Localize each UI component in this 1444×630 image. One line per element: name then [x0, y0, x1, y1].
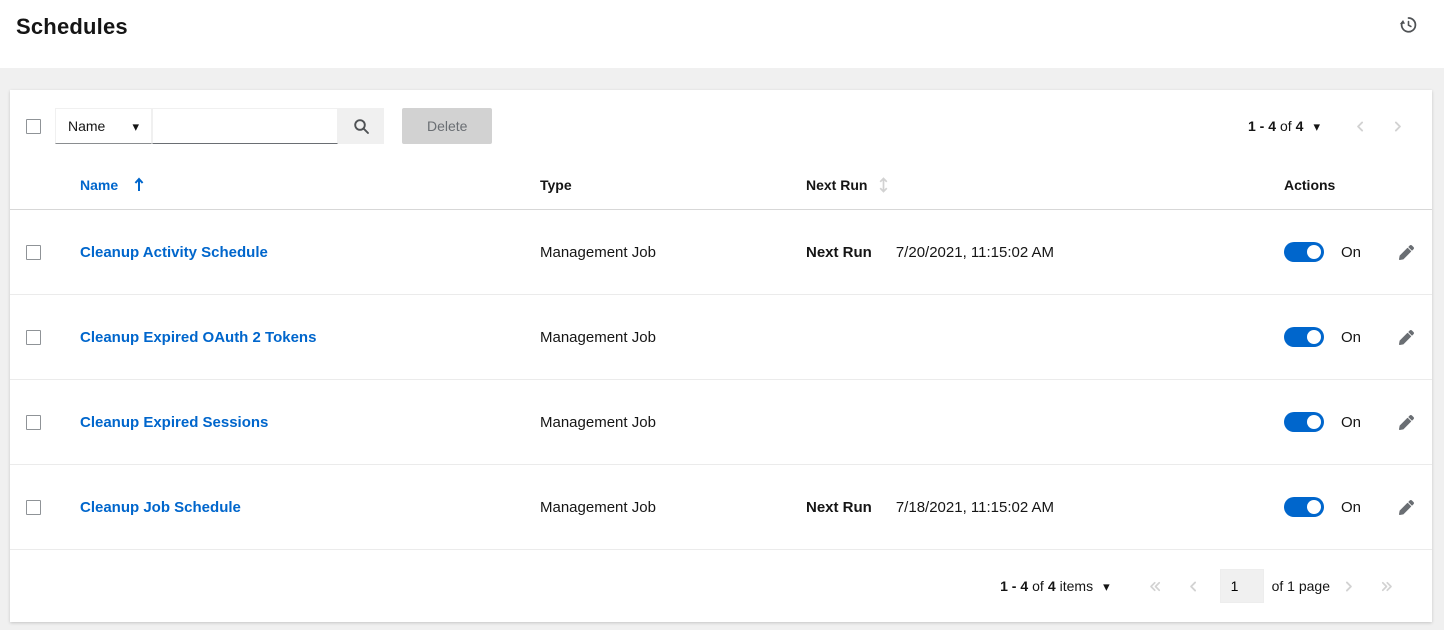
next-run-label: Next Run — [806, 499, 872, 516]
toggle-knob — [1307, 330, 1321, 344]
schedules-card: Name ▾ Delete 1 - 4 of 4 ▾ Name — [10, 90, 1432, 622]
delete-button[interactable]: Delete — [402, 108, 492, 144]
page-of-label: of 1 page — [1272, 578, 1330, 594]
actions-cell: On — [1274, 496, 1418, 519]
prev-page-button-footer[interactable] — [1175, 576, 1212, 597]
schedule-enabled-toggle[interactable] — [1284, 242, 1324, 262]
next-page-button[interactable] — [1379, 116, 1416, 137]
toggle-knob — [1307, 500, 1321, 514]
table-row: Cleanup Expired OAuth 2 Tokens Managemen… — [10, 295, 1432, 380]
pagination-summary-dropdown[interactable]: 1 - 4 of 4 ▾ — [1248, 118, 1320, 134]
row-checkbox[interactable] — [26, 415, 41, 430]
next-run-value: 7/18/2021, 11:15:02 AM — [896, 499, 1054, 516]
footer-of-word: of — [1032, 578, 1044, 594]
page-number-input[interactable] — [1220, 569, 1264, 603]
actions-cell: On — [1274, 411, 1418, 434]
history-icon — [1399, 15, 1418, 34]
column-header-type: Type — [540, 177, 806, 193]
search-icon — [353, 118, 370, 135]
schedule-type: Management Job — [540, 244, 806, 261]
pencil-icon — [1399, 330, 1414, 345]
activity-history-button[interactable] — [1399, 15, 1418, 37]
schedule-name-link[interactable]: Cleanup Expired Sessions — [80, 414, 540, 431]
table-row: Cleanup Job Schedule Management Job Next… — [10, 465, 1432, 550]
column-header-next-run: Next Run — [806, 177, 1274, 193]
chevron-down-icon: ▾ — [132, 120, 139, 133]
items-per-page-dropdown[interactable]: 1 - 4 of 4 items ▾ — [1000, 578, 1109, 594]
footer-range: 1 - 4 — [1000, 578, 1028, 594]
schedule-enabled-toggle[interactable] — [1284, 327, 1324, 347]
table-row: Cleanup Expired Sessions Management Job … — [10, 380, 1432, 465]
page-header: Schedules — [0, 0, 1444, 68]
search-button[interactable] — [338, 108, 384, 144]
actions-cell: On — [1274, 241, 1418, 264]
schedule-enabled-toggle[interactable] — [1284, 497, 1324, 517]
edit-schedule-button[interactable] — [1395, 241, 1418, 264]
double-chevron-left-icon — [1148, 580, 1163, 593]
row-checkbox[interactable] — [26, 245, 41, 260]
chevron-right-icon — [1342, 580, 1355, 593]
toggle-state-label: On — [1341, 244, 1361, 261]
sort-ascending-icon — [134, 177, 144, 192]
toggle-state-label: On — [1341, 499, 1361, 516]
toggle-state-label: On — [1341, 414, 1361, 431]
table-row: Cleanup Activity Schedule Management Job… — [10, 210, 1432, 295]
schedule-name-link[interactable]: Cleanup Expired OAuth 2 Tokens — [80, 329, 540, 346]
edit-schedule-button[interactable] — [1395, 411, 1418, 434]
row-checkbox[interactable] — [26, 500, 41, 515]
chevron-left-icon — [1354, 120, 1367, 133]
row-checkbox[interactable] — [26, 330, 41, 345]
next-page-button-footer[interactable] — [1330, 576, 1367, 597]
schedule-type: Management Job — [540, 329, 806, 346]
next-run-cell: Next Run 7/20/2021, 11:15:02 AM — [806, 244, 1274, 261]
actions-cell: On — [1274, 326, 1418, 349]
next-run-cell: Next Run 7/18/2021, 11:15:02 AM — [806, 499, 1274, 516]
page-title: Schedules — [16, 12, 128, 42]
schedule-name-link[interactable]: Cleanup Activity Schedule — [80, 244, 540, 261]
footer-pagination: 1 - 4 of 4 items ▾ of 1 page — [10, 550, 1432, 603]
edit-schedule-button[interactable] — [1395, 326, 1418, 349]
footer-nav-group: of 1 page — [1136, 569, 1406, 603]
column-header-name[interactable]: Name — [80, 177, 540, 193]
filter-key-dropdown[interactable]: Name ▾ — [55, 108, 152, 144]
toggle-state-label: On — [1341, 329, 1361, 346]
toggle-knob — [1307, 245, 1321, 259]
double-chevron-right-icon — [1379, 580, 1394, 593]
chevron-right-icon — [1391, 120, 1404, 133]
footer-items-word: items — [1060, 578, 1093, 594]
pagination-range: 1 - 4 — [1248, 118, 1276, 134]
pencil-icon — [1399, 415, 1414, 430]
last-page-button[interactable] — [1367, 576, 1406, 597]
sort-both-icon[interactable] — [879, 177, 888, 193]
table-header-row: Name Type Next Run Actions — [10, 160, 1432, 210]
chevron-down-icon: ▾ — [1313, 120, 1320, 133]
pagination-total: 4 — [1296, 118, 1304, 134]
column-header-actions: Actions — [1274, 177, 1416, 193]
footer-total: 4 — [1048, 578, 1056, 594]
chevron-down-icon: ▾ — [1103, 580, 1110, 593]
schedule-type: Management Job — [540, 499, 806, 516]
schedule-enabled-toggle[interactable] — [1284, 412, 1324, 432]
prev-page-button[interactable] — [1342, 116, 1379, 137]
schedule-type: Management Job — [540, 414, 806, 431]
toolbar: Name ▾ Delete 1 - 4 of 4 ▾ — [10, 90, 1432, 160]
toggle-knob — [1307, 415, 1321, 429]
schedule-name-link[interactable]: Cleanup Job Schedule — [80, 499, 540, 516]
next-run-value: 7/20/2021, 11:15:02 AM — [896, 244, 1054, 261]
search-input[interactable] — [152, 108, 338, 144]
pencil-icon — [1399, 245, 1414, 260]
first-page-button[interactable] — [1136, 576, 1175, 597]
pagination-of-word: of — [1280, 118, 1292, 134]
select-all-checkbox[interactable] — [26, 119, 41, 134]
edit-schedule-button[interactable] — [1395, 496, 1418, 519]
chevron-left-icon — [1187, 580, 1200, 593]
next-run-label: Next Run — [806, 244, 872, 261]
pencil-icon — [1399, 500, 1414, 515]
filter-key-label: Name — [68, 118, 105, 134]
